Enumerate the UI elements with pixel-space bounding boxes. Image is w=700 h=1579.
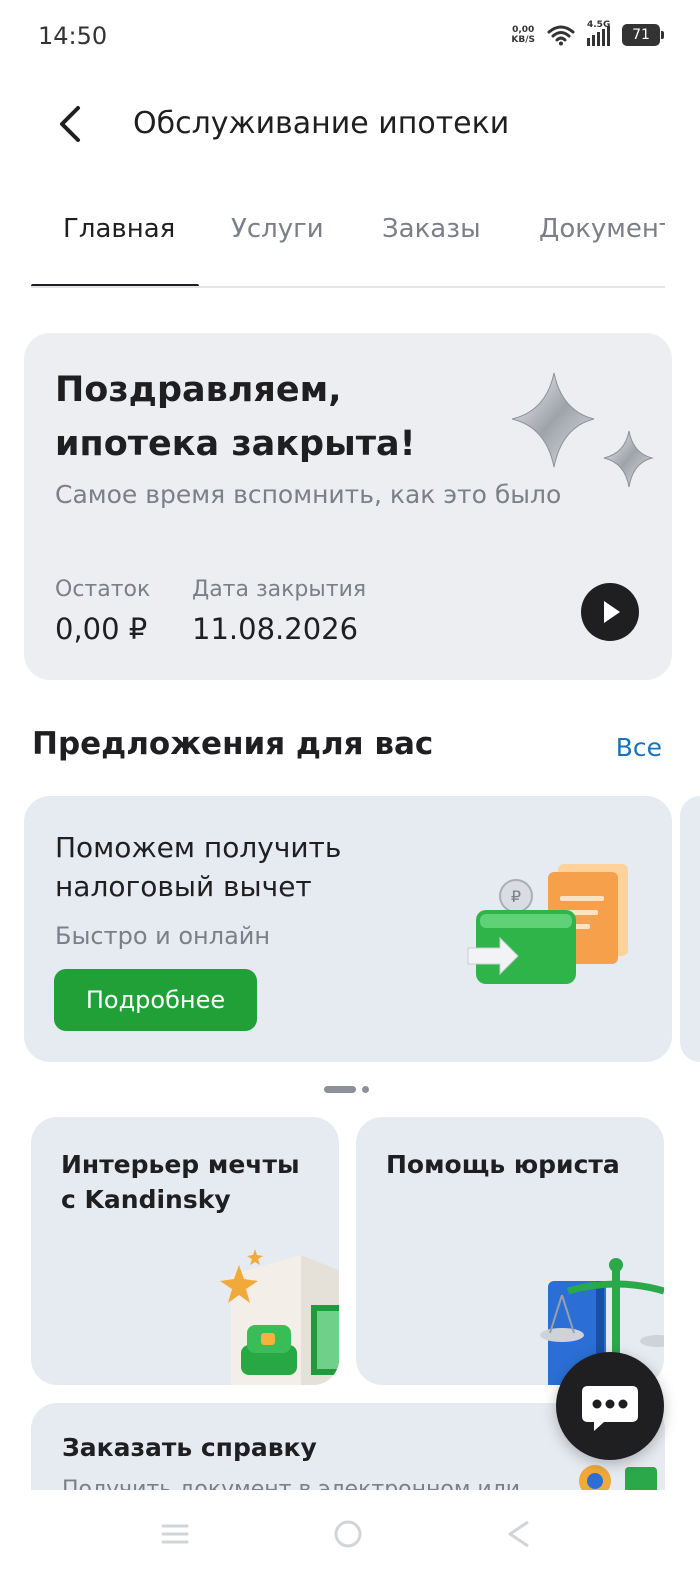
network-speed-value: 0,00: [512, 25, 535, 35]
network-type: 4.5G: [587, 20, 611, 30]
page-title: Обслуживание ипотеки: [133, 106, 510, 141]
close-date-label: Дата закрытия: [192, 577, 367, 602]
sparkles-icon: [511, 372, 654, 488]
menu-icon: [161, 1524, 189, 1544]
wifi-icon: [547, 25, 575, 46]
back-button[interactable]: [50, 102, 94, 146]
tab-documents[interactable]: Документы: [539, 214, 665, 244]
battery-icon: 71: [622, 24, 664, 46]
offer-subtitle: Быстро и онлайн: [55, 922, 271, 950]
lawyer-help-tile[interactable]: Помощь юриста: [356, 1117, 664, 1385]
header: Обслуживание ипотеки: [0, 90, 700, 160]
kandinsky-interior-tile[interactable]: Интерьер мечты с Kandinsky: [31, 1117, 339, 1385]
network-speed: 0,00 KB/S: [511, 25, 535, 45]
back-triangle-icon: [508, 1520, 529, 1548]
tab-main[interactable]: Главная: [63, 214, 175, 244]
hero-title: Поздравляем, ипотека закрыта!: [55, 370, 416, 464]
offers-all-link[interactable]: Все: [616, 733, 662, 762]
carousel-pagination: [324, 1085, 369, 1093]
svg-text:₽: ₽: [511, 887, 521, 906]
offer-title: Поможем получить налоговый вычет: [55, 831, 342, 903]
nav-home-button[interactable]: [328, 1514, 368, 1554]
status-bar: 14:50 0,00 KB/S 4.5G 71: [0, 0, 700, 76]
chat-bubble-icon: [582, 1386, 638, 1431]
cellular-signal-icon: 4.5G: [587, 20, 610, 46]
wide-card-title: Заказать справку: [62, 1433, 317, 1462]
mortgage-closed-card[interactable]: Поздравляем, ипотека закрыта! Самое врем…: [24, 333, 672, 680]
close-date-value: 11.08.2026: [192, 612, 359, 646]
network-speed-unit: KB/S: [511, 35, 535, 45]
status-icons: 0,00 KB/S 4.5G 71: [511, 20, 664, 46]
wallet-documents-illustration: ₽: [467, 864, 628, 984]
offer-details-button[interactable]: Подробнее: [54, 969, 257, 1031]
balance-stat: Остаток 0,00 ₽: [55, 577, 150, 646]
play-button[interactable]: [581, 583, 639, 641]
next-offer-card-peek[interactable]: [680, 796, 700, 1062]
system-navigation-bar: [0, 1490, 700, 1579]
play-icon: [604, 601, 620, 623]
back-arrow-icon: [60, 106, 80, 142]
close-date-stat: Дата закрытия 11.08.2026: [192, 577, 366, 646]
carousel-dot-active: [324, 1085, 356, 1093]
active-tab-indicator: [31, 284, 199, 286]
home-circle-icon: [334, 1520, 362, 1548]
tile-title: Интерьер мечты с Kandinsky: [61, 1150, 300, 1214]
balance-value: 0,00 ₽: [55, 612, 148, 646]
interior-room-illustration: [220, 1249, 339, 1385]
nav-back-button[interactable]: [500, 1514, 540, 1554]
tab-bar: Главная Услуги Заказы Документы: [31, 200, 665, 288]
chat-button[interactable]: [556, 1352, 664, 1460]
status-time: 14:50: [38, 22, 108, 50]
balance-label: Остаток: [55, 577, 151, 602]
offers-section-title: Предложения для вас: [32, 726, 434, 762]
carousel-dot: [362, 1085, 369, 1093]
nav-menu-button[interactable]: [155, 1514, 195, 1554]
tab-services[interactable]: Услуги: [231, 214, 324, 244]
tile-title: Помощь юриста: [386, 1150, 620, 1179]
tax-deduction-offer-card[interactable]: Поможем получить налоговый вычет Быстро …: [24, 796, 672, 1062]
tab-orders[interactable]: Заказы: [382, 214, 481, 244]
